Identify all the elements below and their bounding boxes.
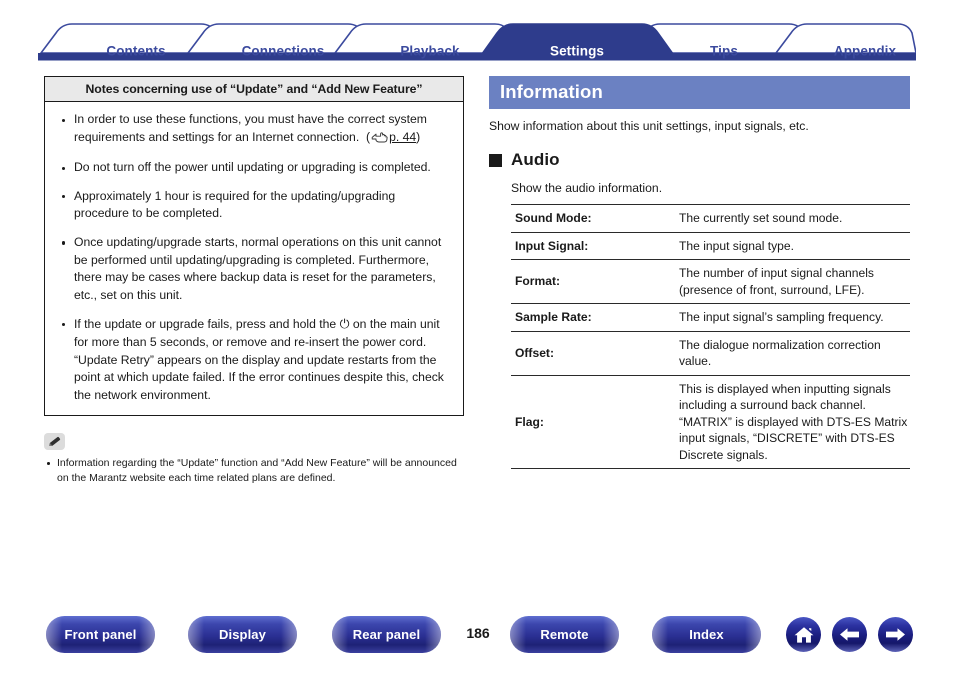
arrow-left-icon[interactable] [832, 617, 867, 652]
rear-panel-button[interactable]: Rear panel [332, 616, 441, 653]
table-row: Format: The number of input signal chann… [511, 259, 910, 304]
note-text-1: Do not turn off the power until updating… [74, 160, 431, 175]
note-text-0-after: ) [416, 129, 421, 144]
row-value: The input signal type. [679, 238, 794, 253]
tab-appendix[interactable]: Appendix [767, 44, 954, 59]
row-key: Input Signal: [515, 238, 589, 253]
home-icon[interactable] [786, 617, 821, 652]
index-label: Index [689, 627, 724, 642]
front-panel-button[interactable]: Front panel [46, 616, 155, 653]
power-symbol-icon: ⏻ [339, 316, 350, 332]
pencil-icon [44, 433, 65, 451]
display-button[interactable]: Display [188, 616, 297, 653]
notes-box: Notes concerning use of “Update” and “Ad… [44, 76, 464, 417]
note-text-3: Once updating/upgrade starts, normal ope… [74, 234, 442, 302]
table-row: Sample Rate: The input signal’s sampling… [511, 303, 910, 332]
page-reference-label[interactable]: p. 44 [389, 130, 416, 144]
tab-bar: Contents Connections Playback Settings T… [38, 20, 916, 62]
row-value: The number of input signal channels (pre… [679, 266, 874, 297]
front-panel-label: Front panel [64, 627, 137, 642]
notes-list: In order to use these functions, you mus… [59, 111, 449, 404]
row-value: This is displayed when inputting signals… [679, 381, 908, 462]
display-label: Display [219, 627, 266, 642]
list-item: If the update or upgrade fails, press an… [59, 315, 449, 404]
table-row: Flag: This is displayed when inputting s… [511, 375, 910, 469]
list-item: Approximately 1 hour is required for the… [59, 188, 449, 223]
note-text-2: Approximately 1 hour is required for the… [74, 188, 396, 221]
arrow-right-icon[interactable] [878, 617, 913, 652]
table-row: Input Signal: The input signal type. [511, 232, 910, 260]
row-key: Sound Mode: [515, 211, 592, 225]
row-value: The input signal’s sampling frequency. [679, 310, 884, 324]
section-title: Audio [511, 150, 560, 169]
section-description: Show the audio information. [511, 181, 663, 195]
index-button[interactable]: Index [652, 616, 761, 653]
row-value: The dialogue normalization correction va… [679, 337, 881, 369]
memo-list: Information regarding the “Update” funct… [44, 456, 464, 485]
rear-panel-label: Rear panel [352, 627, 421, 642]
row-key: Offset: [515, 345, 554, 360]
row-key: Format: [515, 274, 561, 289]
list-item: Once updating/upgrade starts, normal ope… [59, 234, 449, 304]
memo-item: Information regarding the “Update” funct… [44, 456, 464, 485]
right-column: Information Show information about this … [489, 76, 910, 469]
page-title: Information [489, 76, 910, 109]
memo-block: Information regarding the “Update” funct… [44, 433, 464, 485]
page-number: 186 [466, 625, 490, 641]
information-subtitle: Show information about this unit setting… [489, 119, 809, 133]
notes-box-body: In order to use these functions, you mus… [45, 102, 463, 415]
section-header-audio: Audio [489, 150, 910, 170]
list-item: Do not turn off the power until updating… [59, 159, 449, 177]
notes-box-title: Notes concerning use of “Update” and “Ad… [45, 77, 463, 102]
remote-button[interactable]: Remote [510, 616, 619, 653]
pointing-hand-icon [371, 131, 388, 149]
table-row: Sound Mode: The currently set sound mode… [511, 204, 910, 233]
page-reference-link[interactable]: p. 44) [370, 130, 420, 144]
left-column: Notes concerning use of “Update” and “Ad… [44, 76, 464, 485]
table-row: Offset: The dialogue normalization corre… [511, 331, 910, 375]
list-item: In order to use these functions, you mus… [59, 111, 449, 148]
section-bullet-square-icon [489, 153, 502, 167]
row-key: Sample Rate: [515, 310, 592, 324]
note-text-4a: If the update or upgrade fails, press an… [74, 317, 340, 332]
remote-label: Remote [540, 627, 589, 642]
bottom-navigation-bar: Front panel Display Rear panel 186 Remot… [0, 616, 954, 658]
row-key: Flag: [515, 414, 544, 429]
row-value: The currently set sound mode. [679, 211, 843, 225]
audio-info-table: Sound Mode: The currently set sound mode… [511, 204, 910, 469]
